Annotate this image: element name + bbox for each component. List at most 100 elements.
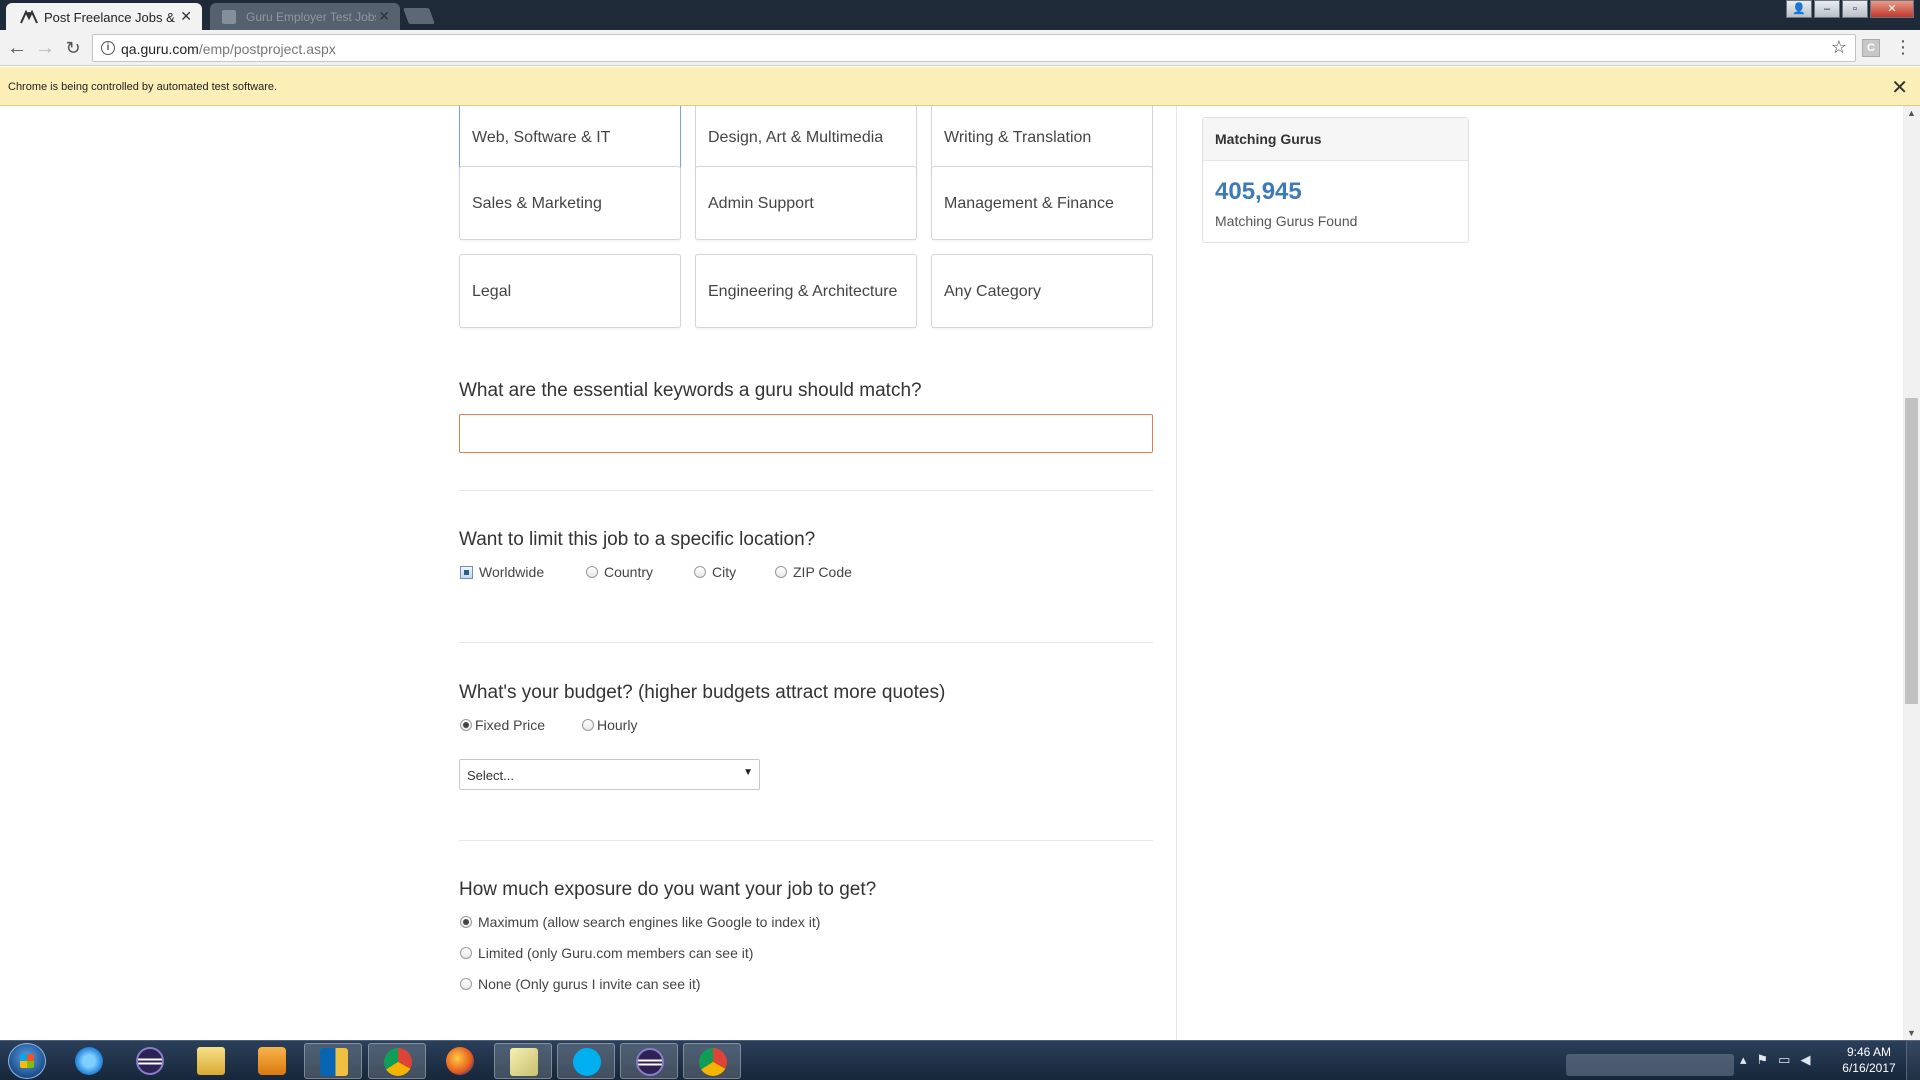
taskbar-skype[interactable] — [557, 1043, 615, 1079]
skype-icon — [573, 1048, 601, 1076]
location-worldwide-option[interactable]: Worldwide — [460, 564, 544, 580]
window-close-icon[interactable]: ✕ — [1870, 0, 1914, 18]
category-label: Management & Finance — [944, 195, 1114, 212]
user-profile-icon[interactable]: 👤 — [1786, 0, 1812, 18]
category-any[interactable]: Any Category — [931, 254, 1153, 328]
infobar-close-icon[interactable]: ✕ — [1891, 75, 1908, 100]
zip-code-radio[interactable] — [775, 566, 787, 578]
tab-post-freelance-jobs[interactable]: Post Freelance Jobs & Pr ✕ — [6, 3, 202, 30]
exposure-limited-option[interactable]: Limited (only Guru.com members can see i… — [460, 945, 753, 961]
budget-hourly-option[interactable]: Hourly — [582, 717, 637, 733]
matching-gurus-title: Matching Gurus — [1203, 118, 1468, 161]
taskbar-notes[interactable] — [494, 1043, 552, 1079]
taskbar-internet-explorer[interactable] — [60, 1043, 118, 1079]
back-arrow-icon[interactable]: ← — [6, 37, 28, 59]
section-divider — [459, 840, 1153, 841]
browser-title-bar: Post Freelance Jobs & Pr ✕ Guru Employer… — [0, 0, 1920, 30]
worldwide-radio[interactable] — [460, 565, 473, 579]
country-radio[interactable] — [586, 566, 598, 578]
category-engineering-architecture[interactable]: Engineering & Architecture — [695, 254, 917, 328]
keywords-input[interactable] — [459, 414, 1153, 453]
taskbar-eclipse-2[interactable] — [620, 1043, 678, 1079]
category-web-software-it[interactable]: Web, Software & IT — [459, 106, 681, 174]
reload-icon[interactable]: ↻ — [62, 37, 84, 59]
matching-gurus-card: Matching Gurus 405,945 Matching Gurus Fo… — [1202, 117, 1469, 243]
taskbar-eclipse[interactable] — [121, 1043, 179, 1079]
chrome-menu-icon[interactable]: ⋮ — [1894, 37, 1912, 57]
outlook-icon — [320, 1048, 348, 1076]
limited-exposure-radio[interactable] — [460, 947, 472, 959]
guru-favicon-icon — [20, 9, 38, 24]
internet-explorer-icon — [75, 1047, 103, 1075]
notes-folder-icon — [510, 1048, 538, 1076]
bookmark-star-icon[interactable]: ☆ — [1831, 37, 1847, 58]
browser-toolbar: ← → ↻ i qa.guru.com/emp/postproject.aspx… — [0, 30, 1920, 66]
matching-gurus-subtitle: Matching Gurus Found — [1215, 213, 1358, 229]
windows-start-icon[interactable] — [8, 1043, 46, 1079]
forward-arrow-icon[interactable]: → — [34, 37, 56, 59]
tab-close-icon[interactable]: ✕ — [378, 8, 390, 25]
scroll-up-icon[interactable]: ▲ — [1907, 108, 1916, 118]
system-tray-icons[interactable]: ▴⚑▭◀ — [1740, 1052, 1820, 1068]
hourly-radio[interactable] — [582, 719, 594, 731]
section-divider — [459, 642, 1153, 643]
info-icon[interactable]: i — [101, 41, 115, 55]
category-sales-marketing[interactable]: Sales & Marketing — [459, 166, 681, 240]
none-exposure-radio[interactable] — [460, 978, 472, 990]
exposure-maximum-option[interactable]: Maximum (allow search engines like Googl… — [460, 914, 820, 930]
taskbar-chrome[interactable] — [368, 1043, 426, 1079]
address-bar[interactable]: i qa.guru.com/emp/postproject.aspx ☆ — [92, 34, 1856, 62]
eclipse-icon — [636, 1048, 664, 1076]
category-legal[interactable]: Legal — [459, 254, 681, 328]
option-label: Limited (only Guru.com members can see i… — [478, 945, 754, 961]
exposure-none-option[interactable]: None (Only gurus I invite can see it) — [460, 976, 701, 992]
category-design-art-multimedia[interactable]: Design, Art & Multimedia — [695, 106, 917, 174]
category-label: Sales & Marketing — [472, 195, 602, 212]
taskbar-outlook[interactable] — [304, 1043, 362, 1079]
taskbar-clock[interactable]: 9:46 AM 6/16/2017 — [1838, 1044, 1900, 1076]
option-label: Worldwide — [479, 564, 545, 580]
tab-title: Guru Employer Test Jobs — [246, 10, 376, 24]
category-label: Engineering & Architecture — [708, 283, 898, 300]
category-management-finance[interactable]: Management & Finance — [931, 166, 1153, 240]
category-label: Writing & Translation — [944, 129, 1092, 146]
sidebar-divider — [1176, 106, 1177, 1040]
maximize-icon[interactable]: ▫ — [1842, 0, 1868, 18]
location-city-option[interactable]: City — [694, 564, 736, 580]
category-writing-translation[interactable]: Writing & Translation — [931, 106, 1153, 174]
extension-icon[interactable]: C — [1862, 39, 1880, 57]
page-viewport: Web, Software & IT Design, Art & Multime… — [0, 106, 1920, 1040]
taskbar-file-explorer[interactable] — [182, 1043, 240, 1079]
taskbar-firefox[interactable] — [431, 1043, 489, 1079]
address-url: qa.guru.com/emp/postproject.aspx — [121, 41, 336, 57]
maximum-exposure-radio[interactable] — [460, 916, 472, 928]
category-admin-support[interactable]: Admin Support — [695, 166, 917, 240]
new-tab-button[interactable] — [403, 8, 435, 24]
chrome-icon — [699, 1048, 727, 1076]
budget-select-value: Select... — [467, 768, 514, 783]
scrollbar-thumb[interactable] — [1905, 398, 1918, 704]
budget-select[interactable]: Select... ▼ — [459, 759, 760, 790]
tab-secondary[interactable]: Guru Employer Test Jobs ✕ — [210, 3, 400, 30]
city-radio[interactable] — [694, 566, 706, 578]
budget-question: What's your budget? (higher budgets attr… — [459, 682, 946, 703]
minimize-icon[interactable]: – — [1814, 0, 1840, 18]
automation-infobar: Chrome is being controlled by automated … — [0, 67, 1920, 106]
taskbar-chrome-2[interactable] — [683, 1043, 741, 1079]
section-divider — [459, 490, 1153, 491]
page-scrollbar[interactable]: ▲ ▼ — [1903, 106, 1920, 1040]
option-label: None (Only gurus I invite can see it) — [478, 976, 701, 992]
eclipse-icon — [136, 1047, 164, 1075]
budget-fixed-price-option[interactable]: Fixed Price — [460, 717, 545, 733]
tab-close-icon[interactable]: ✕ — [180, 8, 192, 25]
fixed-price-radio[interactable] — [460, 719, 472, 731]
category-label: Design, Art & Multimedia — [708, 129, 884, 146]
scroll-down-icon[interactable]: ▼ — [1907, 1028, 1916, 1038]
media-player-icon — [258, 1047, 286, 1075]
folder-icon — [197, 1047, 225, 1075]
location-country-option[interactable]: Country — [586, 564, 653, 580]
show-desktop-button[interactable] — [1906, 1040, 1920, 1080]
matching-gurus-count: 405,945 — [1215, 178, 1302, 205]
taskbar-media-player[interactable] — [243, 1043, 301, 1079]
location-zip-option[interactable]: ZIP Code — [775, 564, 852, 580]
